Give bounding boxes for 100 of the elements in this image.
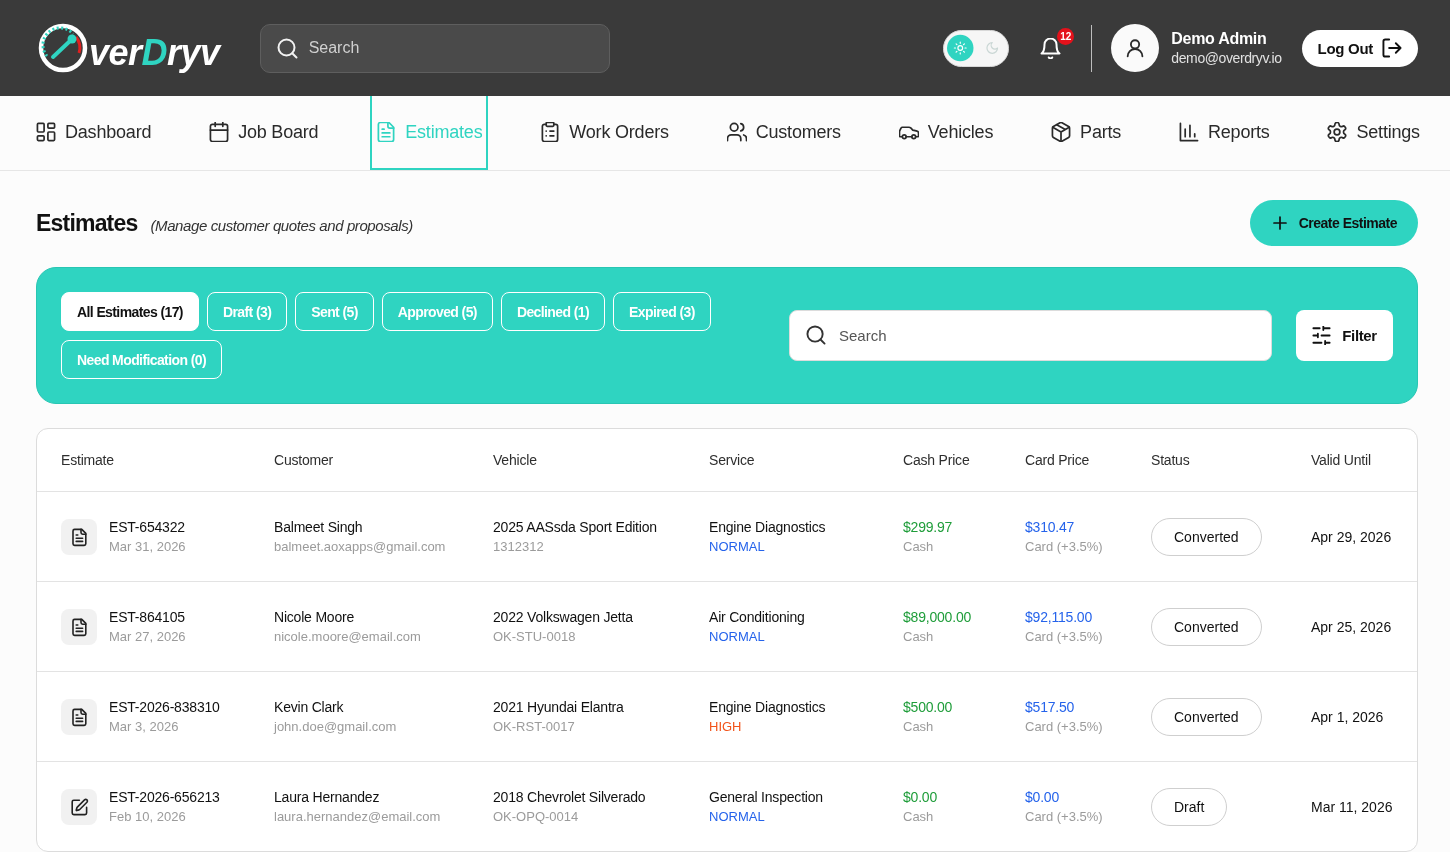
estimate-number: EST-864105: [109, 607, 186, 627]
cash-price: $89,000.00: [903, 607, 973, 627]
bell-icon[interactable]: [1040, 37, 1062, 59]
cash-price: $500.00: [903, 697, 954, 717]
column-header: Cash Price: [903, 452, 971, 468]
valid-until-date: Apr 29, 2026: [1311, 528, 1393, 545]
estimate-date: Mar 3, 2026: [109, 717, 180, 736]
user-email: demo@overdryv.io: [1171, 50, 1282, 66]
nav-tab[interactable]: Settings: [1321, 96, 1426, 170]
vehicle-plate: OK-STU-0018: [493, 627, 577, 646]
calendar-icon: [209, 122, 230, 142]
customer-name: Kevin Clark: [274, 697, 345, 717]
search-field[interactable]: Search: [259, 23, 610, 73]
nav-tab[interactable]: Customers: [720, 96, 847, 170]
estimate-date: Mar 31, 2026: [109, 537, 186, 556]
priority-label: NORMAL: [709, 627, 766, 646]
estimate-date: Mar 27, 2026: [109, 627, 186, 646]
customer-name: Balmeet Singh: [274, 517, 364, 537]
column-header: Status: [1151, 452, 1191, 468]
estimate-number: EST-2026-656213: [109, 787, 220, 807]
bar-chart-icon: [1178, 122, 1199, 142]
logout-icon: [1382, 38, 1402, 58]
customer-email: john.doe@gmail.com: [274, 717, 398, 736]
estimate-number: EST-654322: [109, 517, 186, 537]
logo-wordmark: verDryv: [89, 31, 220, 75]
customer-name: Nicole Moore: [274, 607, 356, 627]
service-name: General Inspection: [709, 787, 824, 807]
estimate-number: EST-2026-838310: [109, 697, 220, 717]
theme-toggle[interactable]: [943, 29, 1010, 67]
nav-tab[interactable]: Work Orders: [534, 96, 675, 170]
vehicle-plate: OK-RST-0017: [493, 717, 576, 736]
card-price: $92,115.00: [1025, 607, 1094, 627]
create-estimate-button[interactable]: Create Estimate: [1249, 200, 1418, 246]
payment-note: Card (+3.5%): [1025, 537, 1104, 556]
vehicle-plate: 1312312: [493, 537, 545, 556]
nav-tab[interactable]: Reports: [1172, 96, 1276, 170]
cash-price: $0.00: [903, 787, 939, 807]
payment-note: Cash: [903, 537, 935, 556]
notification-count: 12: [1057, 27, 1075, 45]
vehicle-plate: OK-OPQ-0014: [493, 807, 580, 826]
document-icon[interactable]: [61, 518, 97, 555]
clipboard-icon: [540, 122, 561, 142]
nav-tab[interactable]: Dashboard: [30, 96, 158, 170]
card-price: $517.50: [1025, 697, 1076, 717]
vehicle-name: 2025 AASsda Sport Edition: [493, 517, 658, 537]
payment-note: Card (+3.5%): [1025, 807, 1104, 826]
box-icon: [1051, 122, 1072, 142]
document-icon: [376, 122, 397, 142]
customer-email: laura.hernandez@email.com: [274, 807, 442, 826]
customer-name: Laura Hernandez: [274, 787, 381, 807]
valid-until-date: Apr 1, 2026: [1311, 708, 1385, 725]
estimate-date: Feb 10, 2026: [109, 807, 187, 826]
vehicle-name: 2022 Volkswagen Jetta: [493, 607, 634, 627]
customer-email: nicole.moore@email.com: [274, 627, 422, 646]
valid-until-date: Mar 11, 2026: [1311, 798, 1394, 815]
page-subtitle: (Manage customer quotes and proposals): [150, 216, 413, 234]
payment-note: Cash: [903, 627, 935, 646]
column-header: Vehicle: [493, 452, 538, 468]
card-price: $310.47: [1025, 517, 1076, 537]
nav-tab[interactable]: Job Board: [203, 96, 325, 170]
payment-note: Card (+3.5%): [1025, 717, 1104, 736]
nav-tab[interactable]: Parts: [1045, 96, 1128, 170]
vehicle-name: 2021 Hyundai Elantra: [493, 697, 625, 717]
filter-button[interactable]: Filter: [1296, 310, 1393, 361]
column-header: Estimate: [61, 452, 115, 468]
service-name: Engine Diagnostics: [709, 517, 827, 537]
dashboard-icon: [36, 122, 56, 142]
column-header: Card Price: [1025, 452, 1091, 468]
payment-note: Cash: [903, 807, 935, 826]
priority-label: NORMAL: [709, 807, 766, 826]
search-icon: [806, 325, 826, 345]
document-icon[interactable]: [61, 608, 97, 645]
priority-label: NORMAL: [709, 537, 766, 556]
plus-icon: [1270, 214, 1289, 232]
pencil-square-icon[interactable]: [61, 788, 97, 825]
column-header: Customer: [274, 452, 335, 468]
logout-button[interactable]: Log Out: [1301, 29, 1418, 67]
filter-tab[interactable]: All Estimates (17): [61, 292, 199, 331]
customer-email: balmeet.aoxapps@gmail.com: [274, 537, 447, 556]
service-name: Air Conditioning: [709, 607, 806, 627]
nav-tab[interactable]: Vehicles: [892, 96, 1000, 170]
vehicle-name: 2018 Chevrolet Silverado: [493, 787, 647, 807]
people-icon: [726, 122, 747, 142]
column-header: Service: [709, 452, 756, 468]
service-name: Engine Diagnostics: [709, 697, 827, 717]
sliders-icon: [1312, 326, 1332, 345]
settings-icon: [1327, 122, 1348, 142]
card-price: $0.00: [1025, 787, 1061, 807]
search-icon: [276, 37, 298, 59]
avatar-icon[interactable]: [1111, 24, 1160, 72]
document-icon[interactable]: [61, 698, 97, 735]
column-header: Valid Until: [1311, 452, 1372, 468]
valid-until-date: Apr 25, 2026: [1311, 618, 1393, 635]
page-title: Estimates: [36, 209, 138, 237]
priority-label: HIGH: [709, 717, 743, 736]
user-name: Demo Admin: [1171, 30, 1268, 48]
gauge-logo-icon: [38, 23, 88, 73]
payment-note: Card (+3.5%): [1025, 627, 1104, 646]
cash-price: $299.97: [903, 517, 954, 537]
payment-note: Cash: [903, 717, 935, 736]
